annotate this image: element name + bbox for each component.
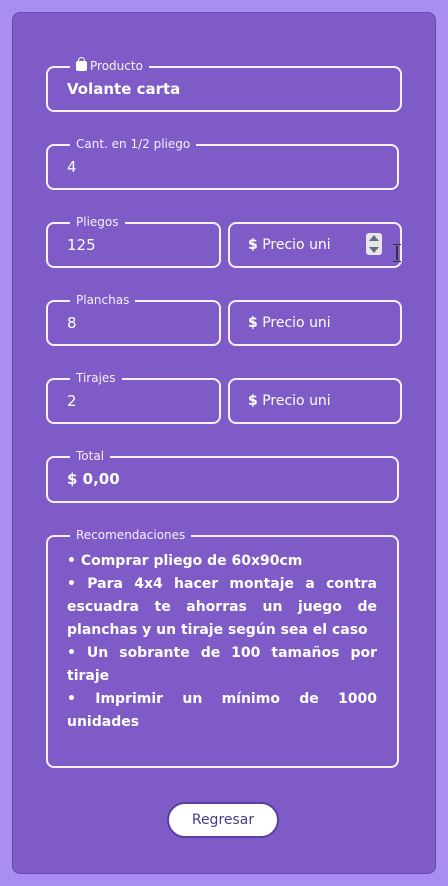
total-value: $ 0,00 (67, 470, 120, 488)
producto-field[interactable]: Producto Volante carta (46, 57, 402, 112)
tirajes-label: Tirajes (70, 370, 122, 386)
pliegos-price-text: Precio uni (262, 237, 331, 253)
shopping-bag-icon (76, 57, 87, 71)
producto-label: Producto (90, 59, 143, 73)
producto-label-container: Producto (70, 57, 149, 74)
dollar-symbol: $ (248, 237, 258, 253)
tirajes-price-field[interactable]: $ Precio uni (228, 378, 402, 424)
pliegos-field[interactable]: Pliegos 125 (46, 214, 221, 268)
list-item: • Un sobrante de 100 tamaños por tiraje (67, 645, 377, 684)
tirajes-price-text: Precio uni (262, 393, 331, 409)
back-button[interactable]: Regresar (167, 802, 279, 838)
dollar-symbol: $ (248, 393, 258, 409)
recomendaciones-label: Recomendaciones (70, 527, 192, 543)
planchas-label: Planchas (70, 292, 136, 308)
list-item: • Para 4x4 hacer montaje a contra escuad… (67, 576, 377, 638)
planchas-price-field[interactable]: $ Precio uni (228, 300, 402, 346)
tirajes-value: 2 (67, 392, 77, 410)
dollar-symbol: $ (248, 315, 258, 331)
tirajes-field[interactable]: Tirajes 2 (46, 370, 221, 424)
total-label: Total (70, 448, 111, 464)
total-field: Total $ 0,00 (46, 448, 399, 503)
recomendaciones-list: • Comprar pliego de 60x90cm • Para 4x4 h… (67, 550, 377, 734)
pliegos-price-placeholder: $ Precio uni (248, 235, 331, 255)
planchas-price-placeholder: $ Precio uni (248, 313, 331, 333)
list-item: • Comprar pliego de 60x90cm (67, 553, 303, 569)
cantidad-field[interactable]: Cant. en 1/2 pliego 4 (46, 136, 399, 190)
tirajes-price-placeholder: $ Precio uni (248, 391, 331, 411)
pliegos-value: 125 (67, 236, 96, 254)
list-item: • Imprimir un mínimo de 1000 unidades (67, 691, 377, 730)
producto-value: Volante carta (67, 80, 181, 98)
pliegos-price-field[interactable]: $ Precio uni (228, 222, 402, 268)
planchas-value: 8 (67, 314, 77, 332)
cantidad-label: Cant. en 1/2 pliego (70, 136, 197, 152)
cantidad-value: 4 (67, 158, 77, 176)
planchas-price-text: Precio uni (262, 315, 331, 331)
stepper-down-icon[interactable] (369, 247, 379, 253)
text-cursor-icon (393, 244, 401, 262)
pliegos-label: Pliegos (70, 214, 125, 230)
recomendaciones-box: Recomendaciones • Comprar pliego de 60x9… (46, 527, 399, 768)
planchas-field[interactable]: Planchas 8 (46, 292, 221, 346)
stepper-up-icon[interactable] (369, 235, 379, 241)
number-stepper[interactable] (366, 233, 382, 255)
